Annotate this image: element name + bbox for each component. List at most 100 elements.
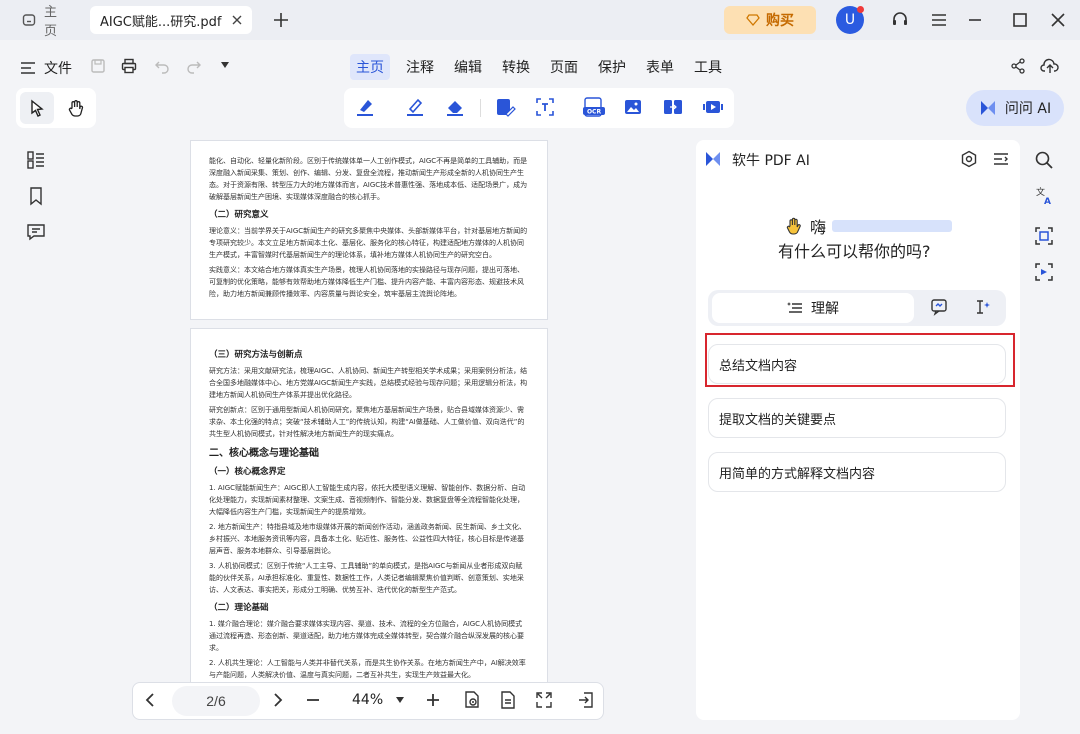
compare-tool-icon[interactable] <box>662 96 684 118</box>
menu-icon[interactable] <box>930 11 948 29</box>
menu-protect[interactable]: 保护 <box>592 54 632 80</box>
suggestion-explain-simply[interactable]: 用简单的方式解释文档内容 <box>708 452 1006 492</box>
document-page: （三）研究方法与创新点 研究方法：采用文献研究法，梳理AIGC、人机协同、新闻生… <box>190 328 548 688</box>
thumbnails-icon[interactable] <box>26 150 46 170</box>
quick-access-dropdown-icon[interactable] <box>220 61 230 69</box>
eraser-tool-icon[interactable] <box>444 96 466 118</box>
home-tab[interactable]: 主页 <box>12 5 78 39</box>
minimize-icon[interactable] <box>966 11 984 29</box>
video-tool-icon[interactable] <box>702 96 724 118</box>
hamburger-icon <box>20 61 36 75</box>
exit-icon[interactable] <box>576 690 596 710</box>
page-view-icon[interactable] <box>498 690 518 710</box>
page2-method: 研究方法：采用文献研究法，梳理AIGC、人机协同、新闻生产转型相关学术成果；采用… <box>209 367 528 399</box>
page1-theory: 理论意义：当前学界关于AIGC新闻生产的研究多聚焦中央媒体、头部新媒体平台，针对… <box>209 227 528 259</box>
suggestion-key-points[interactable]: 提取文档的关键要点 <box>708 398 1006 438</box>
ocr-tool-icon[interactable]: OCR <box>582 96 606 118</box>
document-tab[interactable]: AIGC赋能...研究.pdf <box>90 6 252 34</box>
file-menu[interactable]: 文件 <box>20 58 72 78</box>
bookmark-icon[interactable] <box>26 186 46 206</box>
heading-concept: （一）核心概念界定 <box>209 467 286 477</box>
page2-theory-2: 2. 人机共生理论：人工智能与人类并非替代关系，而是共生协作关系。在地方新闻生产… <box>209 659 526 679</box>
diamond-icon <box>746 14 760 26</box>
tab-write-icon[interactable] <box>974 298 992 316</box>
cloud-upload-icon[interactable] <box>1040 57 1060 75</box>
fit-page-icon[interactable] <box>534 690 554 710</box>
menu-form-label: 表单 <box>646 60 674 76</box>
search-icon[interactable] <box>1034 150 1054 170</box>
maximize-icon[interactable] <box>1012 12 1028 28</box>
comment-icon[interactable] <box>26 222 46 242</box>
suggestion-summarize-label: 总结文档内容 <box>719 358 798 374</box>
edit-text-tool-icon[interactable] <box>494 96 516 118</box>
ai-question: 有什么可以帮你的吗? <box>778 242 931 261</box>
print-icon[interactable] <box>121 58 137 74</box>
suggestion-explain-simply-label: 用简单的方式解释文档内容 <box>719 466 876 482</box>
ocr-scan-tool-icon[interactable] <box>534 96 556 118</box>
settings-icon[interactable] <box>960 150 978 168</box>
select-tool[interactable] <box>20 92 54 124</box>
menu-annotate[interactable]: 注释 <box>400 54 440 80</box>
prev-page-icon[interactable] <box>142 691 160 709</box>
underline-tool-icon[interactable] <box>404 96 426 118</box>
tab-understand-label: 理解 <box>811 301 839 317</box>
menu-form[interactable]: 表单 <box>640 54 680 80</box>
document-tab-label: AIGC赋能...研究.pdf <box>100 14 222 30</box>
document-page: 能化、自动化、轻量化新阶段。区别于传统媒体单一人工创作模式，AIGC不再是简单的… <box>190 140 548 320</box>
heading-section-2: 二、核心概念与理论基础 <box>209 448 319 459</box>
zoom-dropdown-icon[interactable] <box>396 697 404 703</box>
close-window-icon[interactable] <box>1050 12 1066 28</box>
menu-tools[interactable]: 工具 <box>688 54 728 80</box>
suggestion-key-points-label: 提取文档的关键要点 <box>719 412 837 428</box>
page2-concept-3: 3. 人机协同模式：区别于传统“人工主导、工具辅助”的单向模式，是指AIGC与新… <box>209 562 524 594</box>
tab-chat-icon[interactable] <box>930 298 948 316</box>
screen-record-icon[interactable] <box>1034 262 1054 282</box>
ask-ai-button[interactable]: 问问 AI <box>966 90 1064 126</box>
screenshot-crop-icon[interactable] <box>1034 226 1054 246</box>
redo-icon[interactable] <box>186 58 202 74</box>
suggestion-summarize[interactable]: 总结文档内容 <box>708 344 1006 384</box>
menu-page-label: 页面 <box>550 60 578 76</box>
ai-panel-title: 软牛 PDF AI <box>732 153 810 169</box>
read-mode-icon[interactable] <box>462 690 482 710</box>
menu-edit[interactable]: 编辑 <box>448 54 488 80</box>
ask-ai-label: 问问 AI <box>1004 101 1052 117</box>
menu-convert-label: 转换 <box>502 60 530 76</box>
page1-intro: 能化、自动化、轻量化新阶段。区别于传统媒体单一人工创作模式，AIGC不再是简单的… <box>209 157 528 201</box>
page-number-input[interactable] <box>172 686 260 716</box>
zoom-in-icon[interactable] <box>424 691 442 709</box>
new-tab-icon[interactable] <box>272 11 290 29</box>
tab-understand[interactable]: 理解 <box>712 293 914 323</box>
home-icon <box>22 13 36 27</box>
page2-concept-2: 2. 地方新闻生产：特指县域及地市级媒体开展的新闻创作活动，涵盖政务新闻、民生新… <box>209 523 526 555</box>
zoom-level[interactable]: 44% <box>352 692 383 708</box>
menu-home[interactable]: 主页 <box>350 54 390 80</box>
zoom-out-icon[interactable] <box>304 691 322 709</box>
buy-button[interactable]: 购买 <box>724 6 816 34</box>
ai-logo-icon <box>979 99 997 117</box>
undo-icon[interactable] <box>154 58 170 74</box>
collapse-panel-icon[interactable] <box>992 150 1010 168</box>
image-tool-icon[interactable] <box>622 96 644 118</box>
save-icon[interactable] <box>90 58 106 74</box>
translate-icon[interactable]: 文A <box>1034 186 1054 206</box>
page1-practice: 实践意义：本文结合地方媒体真实生产场景，梳理人机协同落地的实操路径与现存问题，提… <box>209 266 524 298</box>
close-tab-icon[interactable] <box>232 15 242 25</box>
highlight-tool-icon[interactable] <box>354 96 376 118</box>
blurred-username <box>832 220 953 232</box>
svg-text:OCR: OCR <box>587 109 602 116</box>
menu-protect-label: 保护 <box>598 60 626 76</box>
headset-icon[interactable] <box>890 10 910 30</box>
heading-significance: （二）研究意义 <box>209 210 269 220</box>
heading-theory: （二）理论基础 <box>209 603 269 613</box>
share-icon[interactable] <box>1010 58 1026 74</box>
menu-page[interactable]: 页面 <box>544 54 584 80</box>
hand-tool[interactable] <box>60 92 92 124</box>
greeting-text: 嗨 <box>810 218 827 237</box>
avatar-letter: U <box>844 12 856 28</box>
page2-theory-1: 1. 媒介融合理论：媒介融合要求媒体实现内容、渠道、技术、流程的全方位融合，AI… <box>209 620 524 652</box>
menu-convert[interactable]: 转换 <box>496 54 536 80</box>
next-page-icon[interactable] <box>268 691 286 709</box>
page2-concept-1: 1. AIGC赋能新闻生产：AIGC即人工智能生成内容，依托大模型语义理解、智能… <box>209 484 526 516</box>
notification-dot <box>857 6 864 13</box>
